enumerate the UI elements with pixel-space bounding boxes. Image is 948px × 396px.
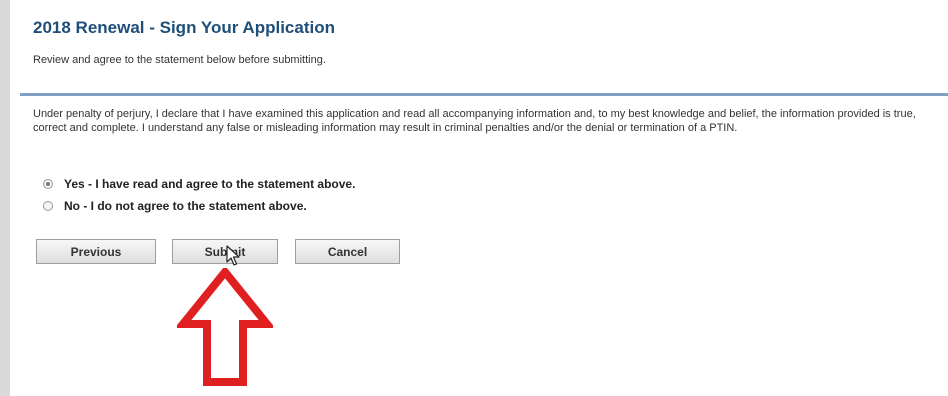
perjury-statement: Under penalty of perjury, I declare that… (33, 108, 916, 134)
agree-no-label: No - I do not agree to the statement abo… (64, 199, 307, 213)
agree-no-radio[interactable] (43, 201, 53, 211)
sign-application-page: 2018 Renewal - Sign Your Application Rev… (10, 0, 948, 396)
up-arrow-icon (177, 268, 273, 386)
agree-yes-option[interactable]: Yes - I have read and agree to the state… (43, 177, 355, 191)
page-title: 2018 Renewal - Sign Your Application (33, 18, 335, 37)
agree-no-option[interactable]: No - I do not agree to the statement abo… (43, 199, 307, 213)
cancel-button[interactable]: Cancel (295, 239, 400, 264)
section-divider (20, 93, 948, 96)
agree-yes-label: Yes - I have read and agree to the state… (64, 177, 356, 191)
previous-button[interactable]: Previous (36, 239, 156, 264)
submit-button[interactable]: Submit (172, 239, 278, 264)
page-subtitle: Review and agree to the statement below … (33, 54, 326, 66)
mouse-pointer-icon (226, 245, 240, 266)
agree-yes-radio[interactable] (43, 179, 53, 189)
